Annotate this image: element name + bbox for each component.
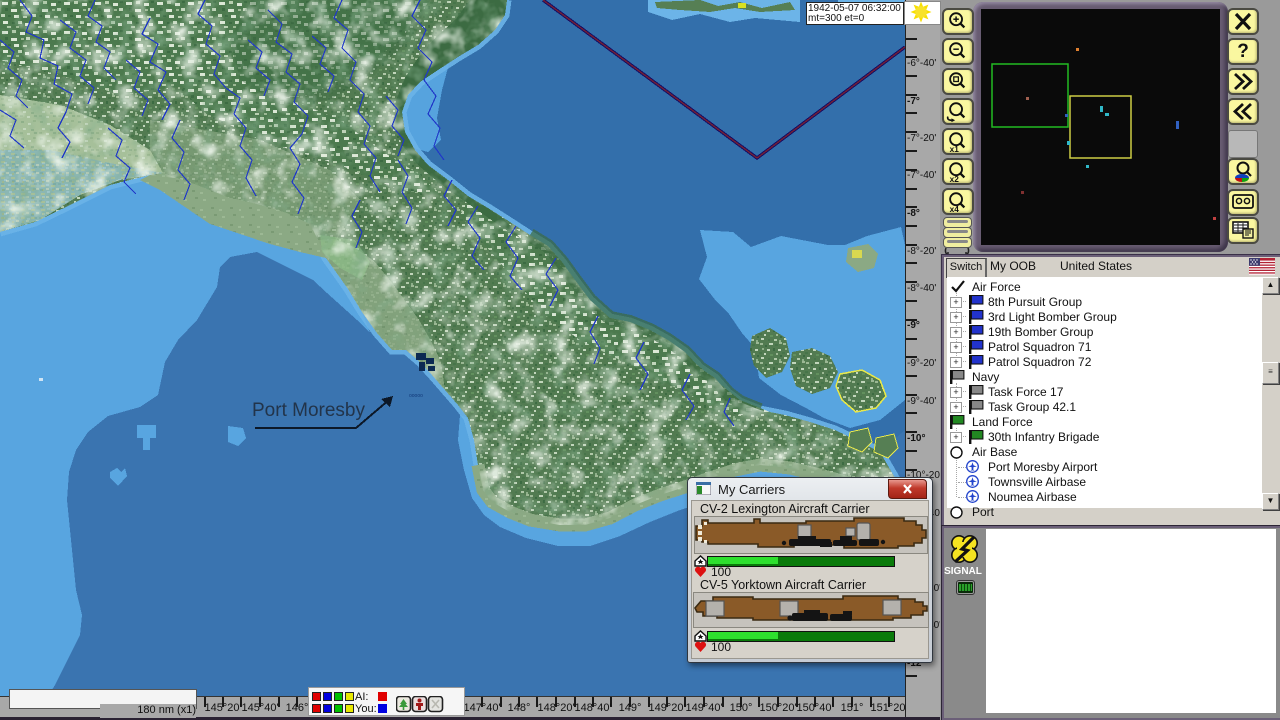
svg-text:x1: x1 [950,145,960,153]
svg-text:Port Moresby: Port Moresby [252,400,365,421]
svg-text:x2: x2 [950,175,960,183]
svg-text:x4: x4 [950,205,960,213]
svg-text:ooooo: ooooo [409,393,423,399]
